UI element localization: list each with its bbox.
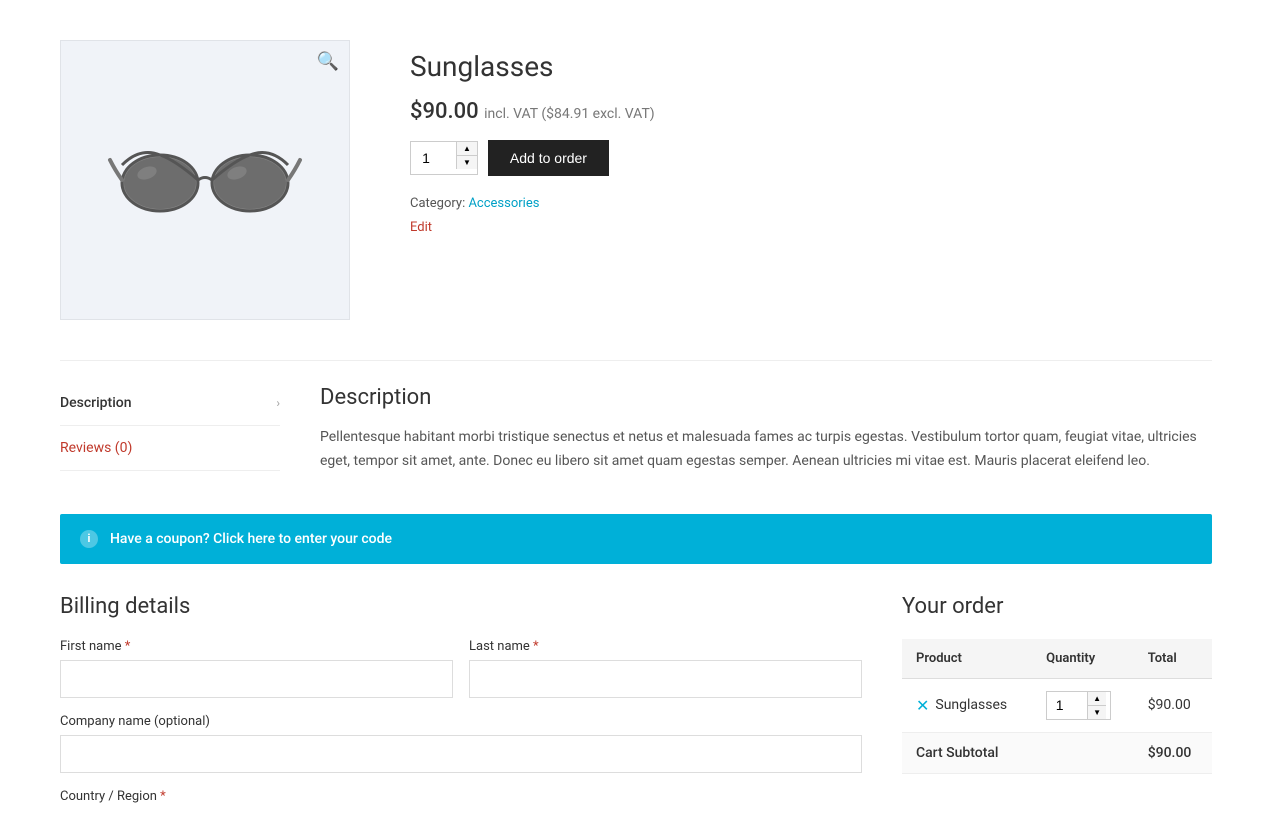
first-name-label: First name * [60, 639, 453, 654]
last-name-label: Last name * [469, 639, 862, 654]
price-vat-info: incl. VAT ($84.91 excl. VAT) [484, 106, 655, 122]
last-name-group: Last name * [469, 639, 862, 698]
remove-product-icon[interactable]: ✕ [916, 696, 929, 715]
description-text: Pellentesque habitant morbi tristique se… [320, 426, 1212, 474]
order-total-cell: $90.00 [1134, 678, 1212, 732]
billing-title: Billing details [60, 594, 862, 619]
product-info: Sunglasses $90.00 incl. VAT ($84.91 excl… [410, 40, 1212, 320]
col-product: Product [902, 639, 1032, 679]
order-product-name: ✕ Sunglasses [916, 696, 1018, 715]
quantity-input-container: ▲ ▼ [410, 141, 478, 175]
order-quantity-spinner: ▲ ▼ [1087, 692, 1106, 719]
order-qty-cell: ▲ ▼ [1032, 678, 1134, 732]
price-value: $90.00 [410, 99, 479, 124]
description-title: Description [320, 385, 1212, 410]
order-product-cell: ✕ Sunglasses [902, 678, 1032, 732]
product-category: Category: Accessories [410, 196, 1212, 211]
country-row: Country / Region * [60, 789, 862, 804]
last-name-input[interactable] [469, 660, 862, 698]
first-name-group: First name * [60, 639, 453, 698]
checkout-section: Billing details First name * Last name * [60, 594, 1212, 820]
tabs-section: Description › Reviews (0) Description Pe… [60, 360, 1212, 474]
chevron-right-icon: › [276, 396, 280, 410]
order-qty-up-button[interactable]: ▲ [1087, 692, 1106, 706]
order-quantity-container: ▲ ▼ [1046, 691, 1111, 720]
order-summary: Your order Product Quantity Total ✕ S [902, 594, 1212, 820]
product-image [105, 115, 305, 245]
product-title: Sunglasses [410, 50, 1212, 83]
billing-details: Billing details First name * Last name * [60, 594, 862, 820]
subtotal-row: Cart Subtotal $90.00 [902, 732, 1212, 773]
coupon-text: Have a coupon? Click here to enter your … [110, 531, 392, 547]
order-product-label: Sunglasses [935, 697, 1007, 713]
order-title: Your order [902, 594, 1212, 619]
edit-link[interactable]: Edit [410, 220, 432, 235]
tab-reviews[interactable]: Reviews (0) [60, 426, 280, 471]
product-price: $90.00 incl. VAT ($84.91 excl. VAT) [410, 99, 1212, 124]
order-row: ✕ Sunglasses ▲ ▼ [902, 678, 1212, 732]
order-qty-down-button[interactable]: ▼ [1087, 706, 1106, 719]
company-row: Company name (optional) [60, 714, 862, 773]
col-total: Total [1134, 639, 1212, 679]
tab-description[interactable]: Description › [60, 381, 280, 426]
company-name-label: Company name (optional) [60, 714, 862, 729]
zoom-icon[interactable]: 🔍 [317, 51, 339, 72]
tabs-navigation: Description › Reviews (0) [60, 381, 280, 474]
coupon-banner[interactable]: i Have a coupon? Click here to enter you… [60, 514, 1212, 564]
add-to-order-row: ▲ ▼ Add to order [410, 140, 1212, 176]
first-name-input[interactable] [60, 660, 453, 698]
subtotal-value: $90.00 [1134, 732, 1212, 773]
company-name-input[interactable] [60, 735, 862, 773]
quantity-input[interactable] [411, 142, 456, 174]
subtotal-label: Cart Subtotal [902, 732, 1134, 773]
order-quantity-input[interactable] [1047, 692, 1087, 719]
category-link[interactable]: Accessories [468, 196, 539, 211]
info-icon: i [80, 530, 98, 548]
reviews-tab-link[interactable]: Reviews (0) [60, 440, 132, 456]
country-label: Country / Region * [60, 789, 862, 804]
product-image-container: 🔍 [60, 40, 350, 320]
country-group: Country / Region * [60, 789, 862, 804]
tab-content: Description Pellentesque habitant morbi … [320, 381, 1212, 474]
quantity-down-button[interactable]: ▼ [456, 156, 477, 169]
product-section: 🔍 [60, 20, 1212, 320]
quantity-up-button[interactable]: ▲ [456, 142, 477, 156]
company-name-group: Company name (optional) [60, 714, 862, 773]
quantity-spinner: ▲ ▼ [456, 142, 477, 174]
add-to-order-button[interactable]: Add to order [488, 140, 609, 176]
name-row: First name * Last name * [60, 639, 862, 698]
col-quantity: Quantity [1032, 639, 1134, 679]
order-table: Product Quantity Total ✕ Sunglasses [902, 639, 1212, 774]
